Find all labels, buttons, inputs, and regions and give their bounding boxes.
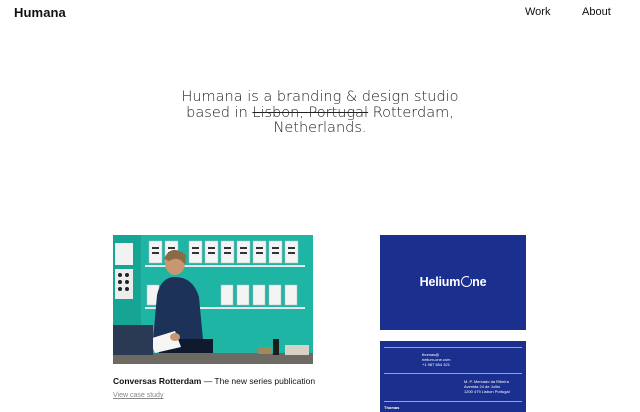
card-contact: thomas@ helium-one.com +1 987 654 321 [422, 352, 450, 367]
card-address: M. P. Mercado da Ribeira Avenida 24 de J… [464, 379, 510, 394]
hero-statement: Humana is a branding & design studio bas… [160, 89, 480, 137]
hero-line-1: Humana is a branding & design studio [181, 89, 459, 105]
card-divider [384, 401, 522, 402]
ring-o-icon [460, 275, 473, 287]
photo-illustration [113, 235, 313, 364]
hero-line-3: Netherlands. [273, 120, 367, 136]
nav-about-link[interactable]: About [582, 6, 611, 18]
project-helium-one-card-front[interactable]: Helium ne [380, 235, 526, 330]
hero-line-2-suffix: Rotterdam, [368, 104, 454, 121]
helium-one-logo: Helium ne [380, 275, 526, 289]
project-caption: Conversas Rotterdam — The new series pub… [113, 376, 315, 386]
nav-work-link[interactable]: Work [525, 6, 550, 18]
card-divider [384, 347, 522, 348]
hero-line-2: based in Lisbon, Portugal Rotterdam, [160, 104, 480, 122]
card-name: Thomas [384, 405, 400, 410]
project-photo-conversas[interactable] [113, 235, 313, 364]
address-line-3: 1200 479 Lisbon Portugal [464, 389, 510, 394]
project-helium-one-card-back[interactable]: thomas@ helium-one.com +1 987 654 321 M.… [380, 341, 526, 412]
project-title[interactable]: Conversas Rotterdam [113, 376, 201, 386]
helium-logo-word: Helium [419, 275, 461, 289]
view-case-study-link[interactable]: View case study [113, 392, 163, 399]
project-subtitle: — The new series publication [201, 376, 316, 386]
struck-location: Lisbon, Portugal [252, 104, 369, 121]
site-header: Humana Work About [0, 0, 640, 26]
one-logo-word: ne [472, 275, 487, 289]
site-logo[interactable]: Humana [14, 5, 66, 20]
card-divider [384, 373, 522, 374]
contact-phone: +1 987 654 321 [422, 362, 450, 367]
hero-line-2-prefix: based in [186, 104, 253, 121]
